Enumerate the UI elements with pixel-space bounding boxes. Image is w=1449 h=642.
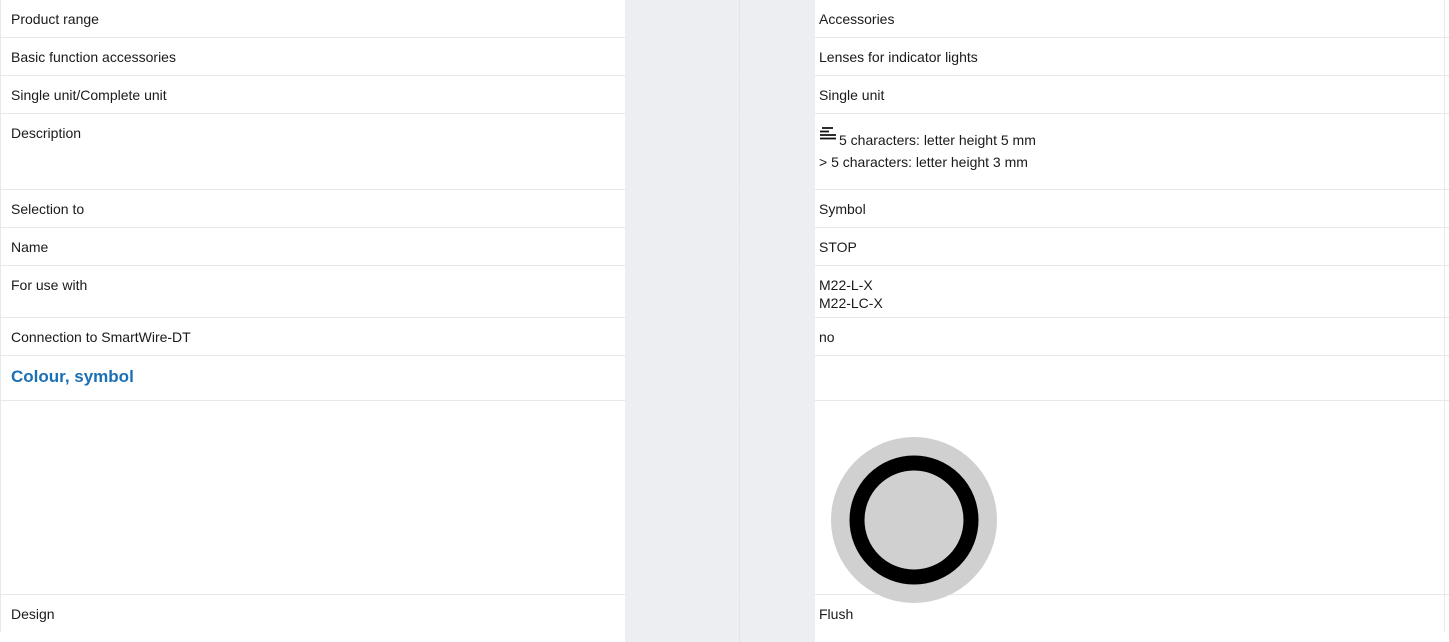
row-value: Accessories (815, 0, 1445, 37)
text-lines-icon (820, 127, 836, 140)
table-row: For use with M22-L-X M22-LC-X (0, 266, 1449, 318)
table-row: Basic function accessories Lenses for in… (0, 38, 1449, 76)
spec-table: Product range Accessories Basic function… (0, 0, 1449, 632)
stop-ring-symbol-icon (831, 437, 997, 603)
symbol-row (0, 401, 1449, 595)
table-row: Product range Accessories (0, 0, 1449, 38)
row-value: Lenses for indicator lights (815, 38, 1445, 75)
row-label: Description (0, 114, 625, 189)
row-label: For use with (0, 266, 625, 317)
row-value: no (815, 318, 1445, 355)
table-row: Description 5 characters: letter height … (0, 114, 1449, 190)
row-value-multiline: M22-L-X M22-LC-X (815, 266, 1445, 317)
row-value: Symbol (815, 190, 1445, 227)
row-value: Single unit (815, 76, 1445, 113)
row-label: Connection to SmartWire-DT (0, 318, 625, 355)
section-title: Colour, symbol (0, 356, 625, 400)
use-with-line-1: M22-L-X (819, 277, 873, 293)
row-value: STOP (815, 228, 1445, 265)
table-row: Selection to Symbol (0, 190, 1449, 228)
description-line-2: > 5 characters: letter height 3 mm (819, 154, 1028, 170)
row-label: Product range (0, 0, 625, 37)
row-label: Single unit/Complete unit (0, 76, 625, 113)
description-line-1: 5 characters: letter height 5 mm (839, 132, 1036, 148)
datasheet: Product range Accessories Basic function… (0, 0, 1449, 642)
table-row: Name STOP (0, 228, 1449, 266)
table-row: Design Flush (0, 595, 1449, 632)
row-label: Selection to (0, 190, 625, 227)
row-label: Basic function accessories (0, 38, 625, 75)
lens-symbol (831, 437, 997, 606)
row-label: Name (0, 228, 625, 265)
row-value-multiline: 5 characters: letter height 5 mm > 5 cha… (815, 114, 1445, 189)
section-header-row: Colour, symbol (0, 356, 1449, 401)
row-label: Design (0, 595, 625, 632)
table-row: Single unit/Complete unit Single unit (0, 76, 1449, 114)
table-row: Connection to SmartWire-DT no (0, 318, 1449, 356)
use-with-line-2: M22-LC-X (819, 295, 883, 311)
